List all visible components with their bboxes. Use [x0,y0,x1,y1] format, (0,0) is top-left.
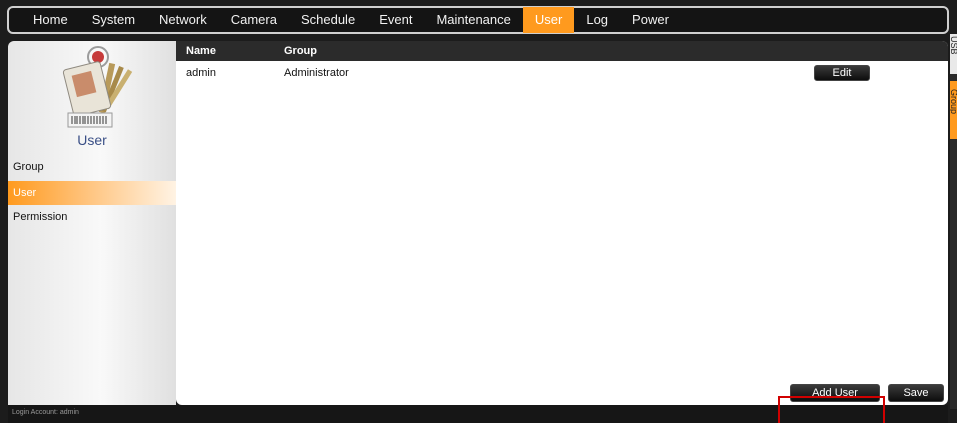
table-row: admin Administrator Edit [176,63,948,83]
sidebar-title: User [77,132,107,148]
nav-system[interactable]: System [80,7,147,33]
tab-usb-label: USB [949,36,957,55]
tab-usb[interactable]: USB [949,34,957,74]
column-header-group: Group [284,45,317,57]
nav-schedule[interactable]: Schedule [289,7,367,33]
sidebar: User Group User Permission [8,41,176,405]
login-account-text: Login Account: admin [12,409,79,416]
edit-button[interactable]: Edit [814,65,870,81]
nav-log[interactable]: Log [574,7,620,33]
sidebar-item-permission[interactable]: Permission [8,205,176,229]
user-group-cell: Administrator [284,67,349,79]
user-keys-icon [58,43,142,143]
sidebar-item-group[interactable]: Group [8,155,176,179]
top-nav: Home System Network Camera Schedule Even… [7,6,949,34]
user-name-cell: admin [186,67,216,79]
nav-user[interactable]: User [522,7,575,33]
column-header-name: Name [186,45,216,57]
nav-maintenance[interactable]: Maintenance [424,7,522,33]
focus-highlight-box [778,396,885,423]
nav-power[interactable]: Power [620,7,681,33]
nav-home[interactable]: Home [21,7,80,33]
tab-group[interactable]: Group [949,81,957,139]
tab-group-label: Group [949,89,957,115]
nav-camera[interactable]: Camera [219,7,289,33]
nav-event[interactable]: Event [367,7,424,33]
sidebar-item-user[interactable]: User [8,181,176,205]
save-button[interactable]: Save [888,384,944,402]
user-list-panel: Name Group admin Administrator Edit Add … [176,41,948,405]
table-header: Name Group [176,41,948,61]
nav-network[interactable]: Network [147,7,219,33]
